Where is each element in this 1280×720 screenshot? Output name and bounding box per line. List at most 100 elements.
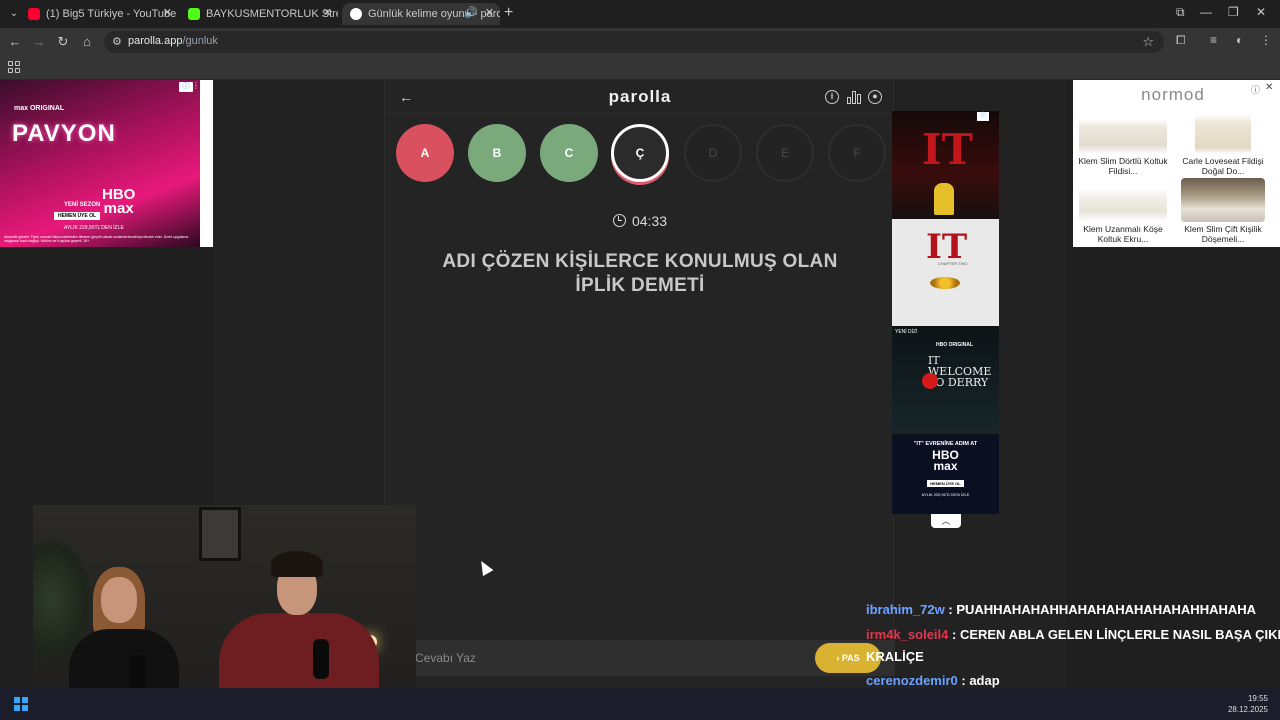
loveseat-image <box>1195 110 1251 154</box>
forward-button[interactable]: → <box>30 33 48 51</box>
tab-title: (1) Big5 Türkiye - YouTube <box>46 8 177 20</box>
chat-text: : CEREN ABLA GELEN LİNÇLERLE NASIL BAŞA … <box>948 627 1280 642</box>
wall-frame <box>199 507 241 561</box>
close-icon[interactable]: ✕ <box>323 6 332 19</box>
ad-cta[interactable]: HEMEN ÜYE OL <box>927 480 964 487</box>
ad-price: AYLIK 229,90TL'DEN İZLE <box>64 225 124 231</box>
product-label: Klem Uzanmalı Köşe Koltuk Ekru... <box>1083 224 1163 244</box>
reload-button[interactable]: ↻ <box>54 33 72 51</box>
window-close-button[interactable]: ✕ <box>1256 5 1266 19</box>
bookmark-star-icon[interactable]: ☆ <box>1142 34 1154 50</box>
ad-panel-it: IT <box>892 111 999 218</box>
chat-user: cerenozdemir0 <box>866 673 958 688</box>
chat-text: : adap <box>957 673 1000 688</box>
new-tab-button[interactable]: + <box>504 4 513 22</box>
chat-user: irm4k_soleil4 <box>866 627 949 642</box>
info-icon[interactable]: i <box>825 90 839 104</box>
clown-eye <box>930 277 960 289</box>
ad-product-card[interactable]: Klem Slim Çift Kişilik Döşemeli... <box>1173 178 1273 244</box>
ad-brand: HBO ORIGINAL <box>936 342 973 348</box>
timer-value: 04:33 <box>631 213 668 229</box>
chat-text: : PUAHHAHAHAHHAHAHAHAHAHAHAHHAHAHA <box>944 602 1257 617</box>
hbo-max-logo: HBO max <box>102 186 136 217</box>
ad-panel-hbo: "IT" EVRENİNE ADIM AT HBO max HEMEN ÜYE O… <box>892 435 999 514</box>
media-control-icon[interactable]: ≡ <box>1210 33 1217 47</box>
close-icon[interactable]: ✕ <box>163 6 172 19</box>
maximize-button[interactable]: ❐ <box>1228 5 1239 19</box>
ad-season: YENİ SEZON <box>64 202 101 208</box>
answer-bar: › PAS <box>385 640 895 676</box>
clock-icon <box>612 214 626 227</box>
address-bar[interactable]: ⚙ parolla.app/gunluk ☆ <box>104 31 1164 53</box>
letter-bubble-current: Ç <box>611 124 669 182</box>
question-text: ADI ÇÖZEN KİŞİLERCE KONULMUŞ OLAN İPLİK … <box>442 251 838 296</box>
ad-title: PAVYON <box>12 120 116 147</box>
ad-vertical[interactable]: IT IT CHAPTER TWO YENİ DİZİ HBO ORIGINAL… <box>892 111 999 514</box>
letter-bubble-e: E <box>756 124 814 182</box>
streamer-left-face <box>101 577 137 623</box>
game-header: ← parolla i ● <box>385 80 895 114</box>
logo[interactable]: parolla <box>385 87 895 107</box>
ad-product-card[interactable]: Carle Loveseat Fildişi Doğal Do... <box>1173 110 1273 176</box>
ad-price: AYLIK 229,90TL'DEN İZLE <box>921 492 970 497</box>
ad-info-icon[interactable]: ⓘ <box>1251 83 1260 96</box>
ad-choices-icon[interactable]: ⓘ <box>977 112 989 121</box>
chat-message: cerenozdemir0 : adap <box>866 673 1000 688</box>
clock-time: 19:55 <box>1247 694 1268 703</box>
ad-panel-it-chapter-two: IT CHAPTER TWO <box>892 219 999 326</box>
answer-input[interactable] <box>385 640 785 676</box>
site-info-icon[interactable]: ⚙ <box>112 35 122 48</box>
corner-sofa-image <box>1079 178 1167 222</box>
kick-icon <box>188 8 200 20</box>
hbo-max-logo: HBO max <box>932 448 959 473</box>
product-label: Klem Slim Çift Kişilik Döşemeli... <box>1184 224 1262 244</box>
home-icon[interactable]: ⌂ <box>78 33 96 51</box>
ad-choices-icon[interactable]: ⓘ <box>179 82 193 92</box>
ad-banner-left[interactable]: max ORIGINAL PAVYON YENİ SEZON HBO max HE… <box>0 80 200 247</box>
minimize-button[interactable]: — <box>1200 5 1212 19</box>
ad-banner-right[interactable]: normod ⓘ ✕ Klem Slim Dörtlü Koltuk Fildi… <box>1073 80 1280 247</box>
letter-bubble-b: B <box>468 124 526 182</box>
profile-icon[interactable]: ● <box>868 90 882 104</box>
letter-bubble-a: A <box>396 124 454 182</box>
apps-grid-icon[interactable] <box>8 61 20 73</box>
ad-subtitle: CHAPTER TWO <box>938 261 968 266</box>
youtube-icon <box>28 8 40 20</box>
tab-youtube[interactable]: (1) Big5 Türkiye - YouTube ✕ <box>28 3 178 25</box>
tab-title: Günlük kelime oyunu - paro <box>368 8 500 20</box>
ad-badge-text: YENİ DİZİ <box>895 329 918 335</box>
back-button[interactable]: ← <box>6 33 24 51</box>
parolla-icon <box>350 8 362 20</box>
chat-message: KRALİÇE <box>866 649 924 664</box>
chat-message: irm4k_soleil4 : CEREN ABLA GELEN LİNÇLER… <box>866 627 1280 642</box>
close-icon[interactable]: ✕ <box>1265 82 1273 93</box>
ad-title: IT WELCOME TO DERRY <box>928 354 992 389</box>
ad-left-margin <box>200 80 213 247</box>
taskbar: 19:55 28.12.2025 <box>0 688 1280 720</box>
ad-product-card[interactable]: Klem Slim Dörtlü Koltuk Fildisi... <box>1073 110 1173 176</box>
close-icon[interactable]: ✕ <box>485 6 494 19</box>
red-balloon <box>922 373 938 389</box>
tab-search-icon[interactable]: ⌄ <box>6 6 22 22</box>
chat-text: KRALİÇE <box>866 649 924 664</box>
system-clock[interactable]: 19:55 28.12.2025 <box>1228 693 1268 715</box>
profile-icon[interactable]: ◐ <box>1236 33 1243 47</box>
extensions-download-icon[interactable]: ⧉ <box>1176 5 1185 20</box>
letter-bubble-f: F <box>828 124 886 182</box>
tab-title: BAYKUSMENTORLUK Stream - <box>206 8 338 20</box>
stats-icon[interactable] <box>847 91 861 104</box>
windows-start-icon[interactable] <box>14 697 28 711</box>
stream-chat-lower: ibrahim_72w : PUAHHAHAHAHHAHAHAHAHAHAHAH… <box>866 598 1280 688</box>
tab-parolla[interactable]: Günlük kelime oyunu - paro 🔊 ✕ <box>342 3 500 25</box>
chat-user: ibrahim_72w <box>866 602 945 617</box>
close-icon[interactable]: ⋮ <box>192 81 200 90</box>
bookmarks-bar <box>0 56 1280 80</box>
ad-product-card[interactable]: Klem Uzanmalı Köşe Koltuk Ekru... <box>1073 178 1173 244</box>
speaker-icon[interactable]: 🔊 <box>464 6 478 19</box>
clock-date: 28.12.2025 <box>1227 705 1268 714</box>
menu-kebab-icon[interactable]: ⋮ <box>1260 33 1272 47</box>
extensions-icon[interactable]: ⧠ <box>1176 33 1186 48</box>
bed-image <box>1181 178 1265 222</box>
tab-kick[interactable]: BAYKUSMENTORLUK Stream - ✕ <box>188 3 338 25</box>
ad-cta[interactable]: HEMEN ÜYE OL <box>54 212 101 220</box>
